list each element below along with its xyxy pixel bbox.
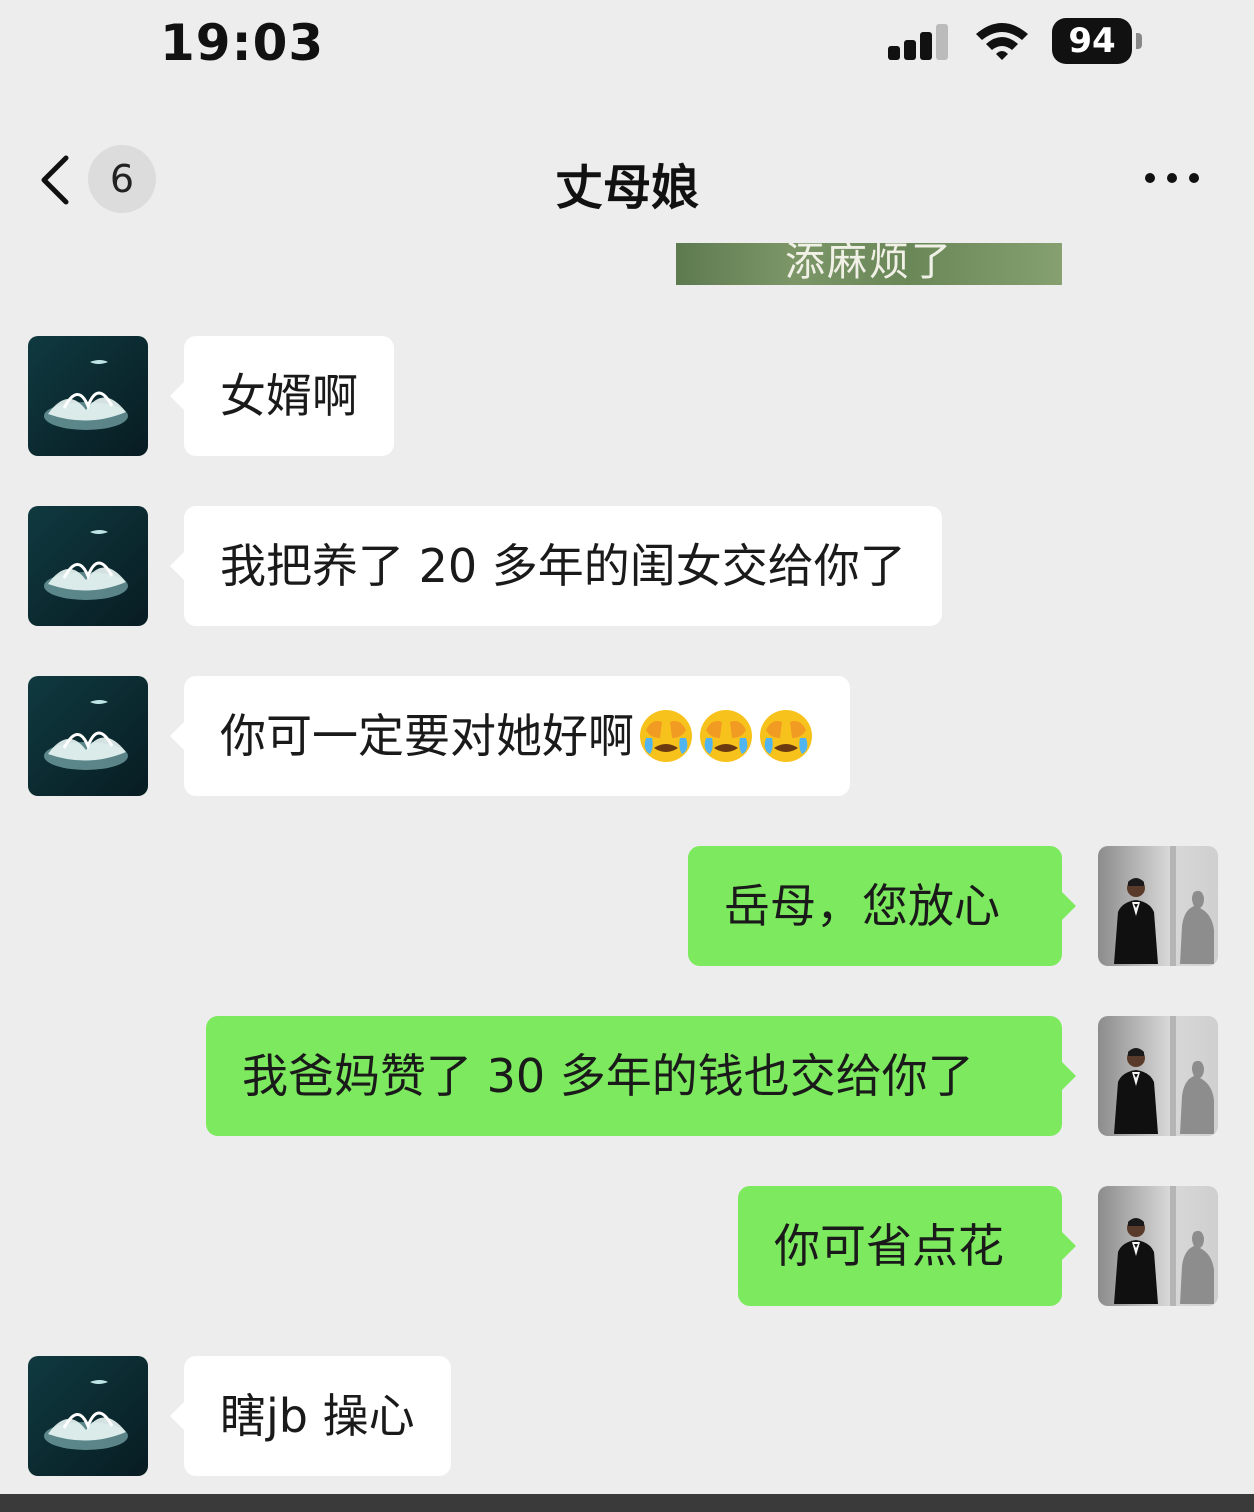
battery-tip	[1136, 33, 1142, 49]
chat-title: 丈母娘	[554, 160, 699, 216]
incoming-message-bubble[interactable]: 我把养了 20 多年的闺女交给你了	[170, 506, 942, 626]
incoming-message-bubble[interactable]: 你可一定要对她好啊	[170, 676, 850, 796]
partial-image-message[interactable]: 添麻烦了	[676, 243, 1062, 285]
message-text: 我把养了 20 多年的闺女交给你了	[220, 539, 906, 593]
message-row: 女婿啊	[0, 336, 1254, 456]
incoming-message-bubble[interactable]: 女婿啊	[170, 336, 394, 456]
status-time: 19:03	[160, 14, 325, 72]
self-avatar[interactable]	[1098, 1016, 1218, 1136]
message-row: 我把养了 20 多年的闺女交给你了	[0, 506, 1254, 626]
message-row: 我爸妈赞了 30 多年的钱也交给你了	[0, 1016, 1254, 1136]
self-avatar[interactable]	[1098, 846, 1218, 966]
message-text: 我爸妈赞了 30 多年的钱也交给你了	[242, 1049, 974, 1103]
contact-avatar[interactable]	[28, 336, 148, 456]
more-options-icon[interactable]	[1142, 170, 1202, 186]
bottom-bar	[0, 1494, 1254, 1512]
outgoing-message-bubble[interactable]: 你可省点花	[738, 1186, 1076, 1306]
contact-avatar[interactable]	[28, 1356, 148, 1476]
message-text: 瞎jb 操心	[220, 1389, 415, 1443]
message-text: 你可省点花	[774, 1219, 1004, 1273]
outgoing-message-bubble[interactable]: 我爸妈赞了 30 多年的钱也交给你了	[206, 1016, 1076, 1136]
crying-face-icon	[700, 709, 752, 762]
self-avatar[interactable]	[1098, 1186, 1218, 1306]
image-caption: 添麻烦了	[785, 243, 953, 285]
message-row: 你可省点花	[0, 1186, 1254, 1306]
message-text: 女婿啊	[220, 369, 358, 423]
message-row: 瞎jb 操心	[0, 1356, 1254, 1476]
message-row: 岳母，您放心	[0, 846, 1254, 966]
message-text: 岳母，您放心	[724, 879, 1000, 933]
incoming-message-bubble[interactable]: 瞎jb 操心	[170, 1356, 451, 1476]
crying-face-icon	[640, 709, 692, 762]
message-text: 你可一定要对她好啊	[220, 709, 634, 763]
chat-header: 6 丈母娘	[0, 120, 1254, 240]
status-bar: 19:03 94	[0, 0, 1254, 90]
message-row: 你可一定要对她好啊	[0, 676, 1254, 796]
wifi-icon	[976, 23, 1028, 60]
cellular-signal-icon	[888, 24, 948, 60]
crying-face-icon	[760, 709, 812, 762]
contact-avatar[interactable]	[28, 676, 148, 796]
battery-indicator: 94	[1052, 18, 1132, 64]
contact-avatar[interactable]	[28, 506, 148, 626]
outgoing-message-bubble[interactable]: 岳母，您放心	[688, 846, 1076, 966]
